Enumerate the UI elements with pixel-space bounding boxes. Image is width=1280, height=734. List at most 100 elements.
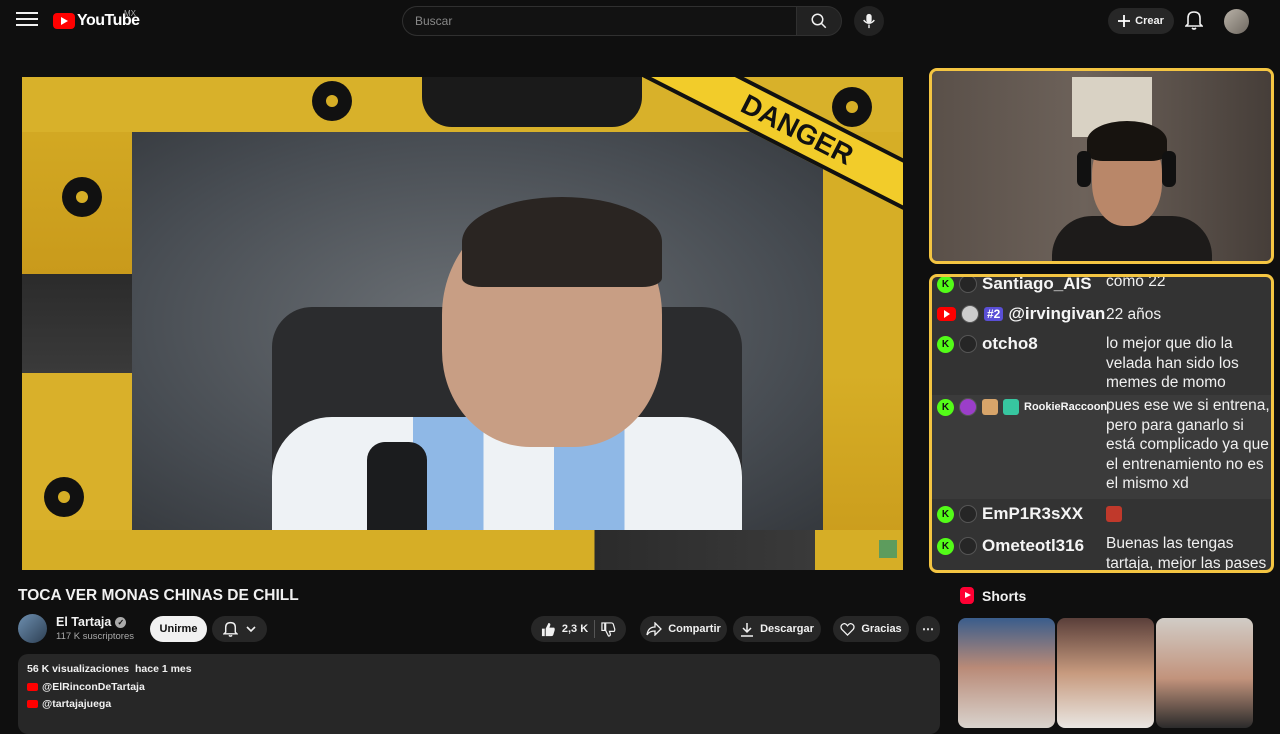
dark-barrel bbox=[422, 77, 642, 127]
user-avatar-icon bbox=[959, 398, 977, 416]
chat-message: Kotcho8 lo mejor que dio la velada han s… bbox=[932, 333, 1271, 395]
plus-icon bbox=[1118, 15, 1131, 27]
download-label: Descargar bbox=[760, 623, 814, 635]
share-label: Compartir bbox=[668, 623, 721, 635]
chat-message: K EmP1R3sXX bbox=[932, 501, 1271, 529]
account-avatar[interactable] bbox=[1224, 9, 1249, 34]
search-button[interactable] bbox=[796, 6, 842, 36]
more-actions-button[interactable]: ⋯ bbox=[916, 616, 940, 642]
youtube-mini-icon bbox=[27, 683, 38, 691]
chat-username: otcho8 bbox=[982, 334, 1038, 353]
chat-overlay: K Santiago_AIS como 22 #2 @irvingivan 22 a… bbox=[929, 274, 1274, 573]
user-icon bbox=[959, 335, 977, 353]
headset-icon bbox=[1077, 151, 1091, 187]
country-code: MX bbox=[124, 9, 136, 18]
description-link[interactable]: @tartajajuega bbox=[27, 698, 931, 710]
link-text: @ElRinconDeTartaja bbox=[42, 681, 145, 693]
like-dislike-group: 2,3 K bbox=[531, 616, 626, 642]
dislike-icon[interactable] bbox=[601, 621, 616, 637]
view-count: 56 K visualizaciones bbox=[27, 663, 130, 675]
heart-dollar-icon bbox=[840, 622, 855, 636]
video-player[interactable]: DANGER bbox=[22, 77, 903, 570]
webcam-streamer-hair bbox=[1087, 121, 1167, 161]
join-button[interactable]: Unirme bbox=[150, 616, 207, 642]
radiation-icon bbox=[312, 81, 352, 121]
subscription-bell-button[interactable] bbox=[212, 616, 267, 642]
video-title: TOCA VER MONAS CHINAS DE CHILL bbox=[18, 587, 299, 604]
search-input[interactable] bbox=[402, 6, 796, 36]
chat-username: EmP1R3sXX bbox=[982, 504, 1084, 523]
share-button[interactable]: Compartir bbox=[640, 616, 727, 642]
channel-name-text: El Tartaja bbox=[56, 615, 112, 629]
chat-text: lo mejor que dio la velada han sido los … bbox=[1106, 335, 1239, 391]
subscriber-count: 117 K suscriptores bbox=[56, 631, 134, 642]
short-thumbnail[interactable] bbox=[1057, 618, 1154, 728]
youtube-badge-icon bbox=[937, 307, 956, 321]
more-icon: ⋯ bbox=[922, 622, 934, 636]
channel-name[interactable]: El Tartaja ✓ bbox=[56, 615, 127, 629]
chat-username: RookieRaccoon bbox=[1024, 401, 1108, 413]
sub-badge-icon bbox=[982, 399, 998, 415]
kick-badge-icon: K bbox=[937, 505, 954, 523]
upload-date: hace 1 mes bbox=[134, 663, 192, 675]
chat-text: pues ese we si entrena, pero para ganarl… bbox=[1106, 397, 1270, 492]
like-icon[interactable] bbox=[541, 622, 556, 637]
kick-badge-icon: K bbox=[937, 537, 954, 555]
headset-icon bbox=[1162, 151, 1176, 187]
video-person-hair bbox=[462, 197, 662, 287]
kick-badge-icon: K bbox=[937, 335, 954, 353]
shorts-icon bbox=[960, 587, 974, 604]
user-icon bbox=[959, 505, 977, 523]
chat-message: K RookieRaccoon pues ese we si entrena, p… bbox=[932, 395, 1271, 499]
chat-username: @irvingivan bbox=[1008, 304, 1106, 323]
description-box[interactable]: 56 K visualizaciones hace 1 mes @ElRinco… bbox=[18, 654, 940, 734]
chat-text: 22 años bbox=[1106, 306, 1162, 323]
verified-icon: ✓ bbox=[115, 616, 127, 628]
link-text: @tartajajuega bbox=[42, 698, 112, 710]
bell-icon bbox=[1184, 11, 1204, 30]
download-button[interactable]: Descargar bbox=[733, 616, 821, 642]
short-thumbnail[interactable] bbox=[1156, 618, 1253, 728]
download-icon bbox=[741, 622, 754, 637]
share-icon bbox=[646, 622, 663, 636]
chat-username: Santiago_AIS bbox=[982, 274, 1092, 293]
youtube-mini-icon bbox=[27, 700, 38, 708]
microphone-icon bbox=[863, 13, 875, 29]
top-bar: YouTube MX Crear bbox=[0, 0, 1280, 42]
user-icon bbox=[959, 277, 977, 293]
description-meta: 56 K visualizaciones hace 1 mes bbox=[27, 663, 931, 675]
chat-username: Ometeotl316 bbox=[982, 536, 1085, 555]
menu-icon[interactable] bbox=[16, 12, 38, 30]
gift-badge-icon bbox=[1003, 399, 1019, 415]
user-avatar-icon bbox=[961, 305, 979, 323]
thanks-button[interactable]: Gracias bbox=[833, 616, 909, 642]
user-icon bbox=[959, 537, 977, 555]
youtube-play-icon bbox=[53, 13, 75, 29]
shorts-title: Shorts bbox=[982, 587, 1027, 604]
search-bar bbox=[402, 6, 842, 36]
create-label: Crear bbox=[1135, 15, 1164, 27]
short-thumbnail[interactable] bbox=[958, 618, 1055, 728]
notifications-button[interactable] bbox=[1184, 10, 1204, 35]
thanks-label: Gracias bbox=[861, 623, 902, 635]
channel-watermark-icon bbox=[879, 540, 897, 558]
create-button[interactable]: Crear bbox=[1108, 8, 1174, 34]
radiation-icon bbox=[62, 177, 102, 217]
divider bbox=[594, 620, 596, 638]
rank-badge: #2 bbox=[984, 307, 1004, 321]
description-link[interactable]: @ElRinconDeTartaja bbox=[27, 681, 931, 693]
shorts-header: Shorts bbox=[960, 587, 1026, 604]
radiation-icon bbox=[44, 477, 84, 517]
emote-icon bbox=[1106, 506, 1122, 522]
barrel-frame-bottom bbox=[22, 530, 903, 570]
channel-avatar[interactable] bbox=[18, 614, 47, 643]
chevron-down-icon bbox=[246, 626, 256, 633]
chat-message: K Ometeotl316 Buenas las tengas tartaja, … bbox=[932, 533, 1271, 570]
search-icon bbox=[811, 13, 827, 29]
like-count[interactable]: 2,3 K bbox=[562, 623, 588, 635]
voice-search-button[interactable] bbox=[854, 6, 884, 36]
chat-message: #2 @irvingivan 22 años bbox=[932, 301, 1271, 329]
chat-text: como 22 bbox=[1106, 274, 1166, 290]
bell-icon bbox=[223, 621, 238, 637]
kick-badge-icon: K bbox=[937, 277, 954, 293]
